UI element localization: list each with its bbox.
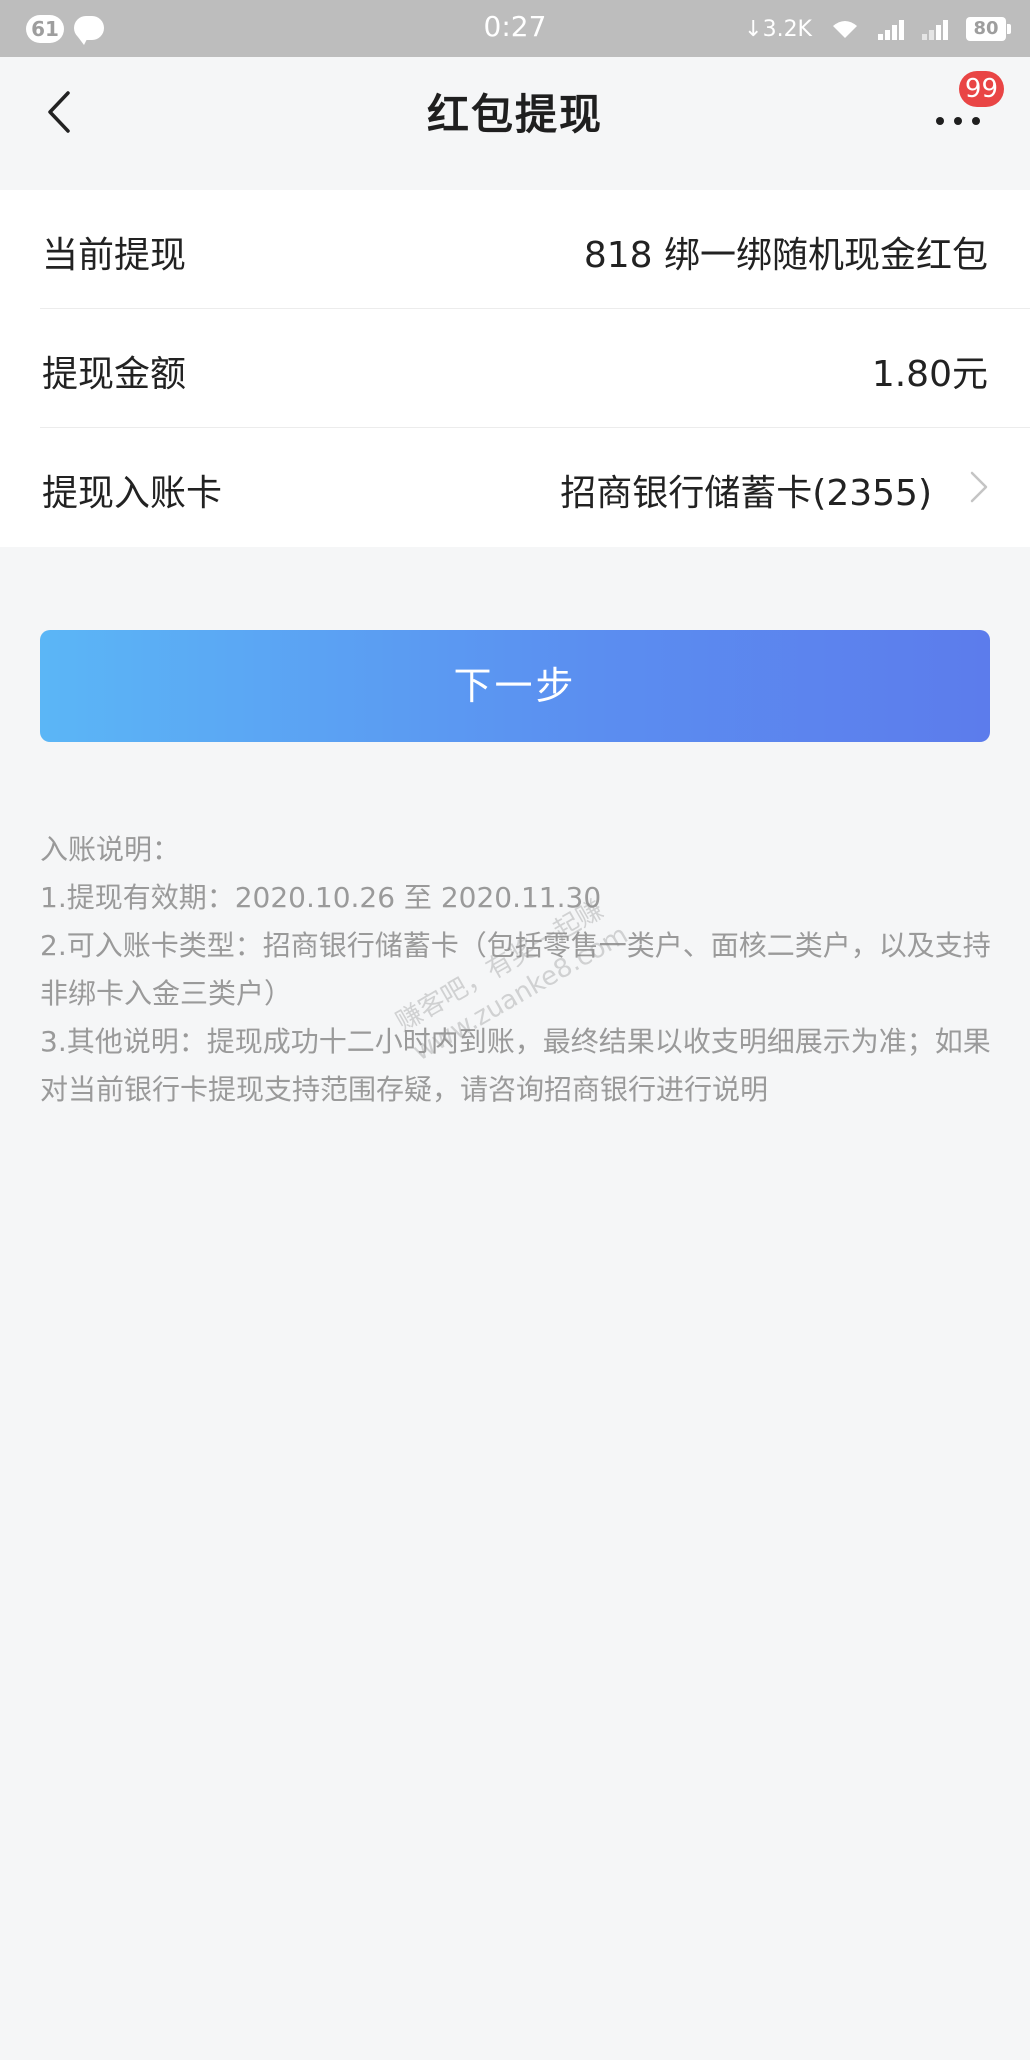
more-dots-icon [936, 117, 990, 125]
withdraw-amount-label: 提现金额 [42, 354, 187, 395]
status-bar: 61 0:27 ↓3.2K 80 [0, 0, 1030, 57]
next-step-button[interactable]: 下一步 [40, 630, 990, 742]
nav-bar: 红包提现 99 [0, 57, 1030, 189]
current-withdraw-label: 当前提现 [42, 235, 187, 276]
withdraw-amount-value: 1.80元 [871, 354, 988, 395]
network-speed: ↓3.2K [744, 16, 812, 42]
battery-icon: 80 [966, 17, 1011, 41]
notes-line-3: 3.其他说明：提现成功十二小时内到账，最终结果以收支明细展示为准；如果对当前银行… [40, 1025, 991, 1106]
status-indicators: ↓3.2K 80 [744, 13, 1011, 45]
wifi-icon [830, 18, 860, 40]
deposit-card-row[interactable]: 提现入账卡 招商银行储蓄卡(2355) [40, 428, 1030, 547]
withdraw-info-card: 当前提现 818 绑一绑随机现金红包 提现金额 1.80元 提现入账卡 招商银行… [0, 190, 1030, 547]
notes-title: 入账说明： [40, 833, 181, 866]
notes-line-1: 1.提现有效期：2020.10.26 至 2020.11.30 [40, 881, 602, 914]
more-button[interactable]: 99 [926, 71, 1004, 141]
withdraw-page: 61 0:27 ↓3.2K 80 红包提现 99 当前提现 818 绑一绑随机现… [0, 0, 1030, 2060]
page-title: 红包提现 [426, 90, 603, 139]
withdraw-amount-row: 提现金额 1.80元 [40, 309, 1030, 428]
signal-icon-2 [922, 18, 950, 40]
chevron-right-icon [968, 470, 990, 504]
current-withdraw-row: 当前提现 818 绑一绑随机现金红包 [40, 190, 1030, 309]
deposit-card-value: 招商银行储蓄卡(2355) [560, 473, 932, 514]
deposit-card-label: 提现入账卡 [42, 473, 223, 514]
message-count-badge: 99 [958, 71, 1004, 107]
current-withdraw-value: 818 绑一绑随机现金红包 [583, 235, 988, 276]
signal-icon-1 [878, 18, 906, 40]
